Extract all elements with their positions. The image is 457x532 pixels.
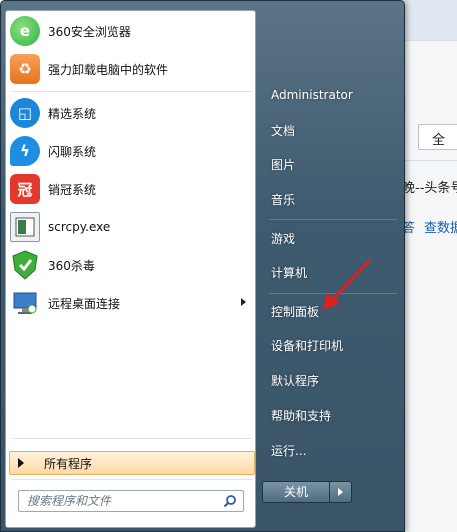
search-separator — [12, 479, 252, 480]
right-item-run[interactable]: 运行... — [263, 436, 399, 464]
play-arrow-icon — [18, 458, 24, 468]
search-input[interactable] — [27, 494, 217, 508]
search-box[interactable] — [18, 490, 244, 512]
all-programs-button[interactable]: 所有程序 — [9, 451, 255, 475]
annotation-arrow-icon — [323, 259, 371, 310]
program-label: 精选系统 — [48, 106, 97, 121]
scrcpy-icon — [10, 212, 40, 242]
program-remote-desktop[interactable]: 远程桌面连接 — [8, 285, 254, 321]
right-item-music[interactable]: 音乐 — [263, 185, 399, 213]
program-360-antivirus[interactable]: 360杀毒 — [8, 247, 254, 283]
360-browser-icon: e — [10, 16, 40, 46]
right-item-documents[interactable]: 文档 — [263, 116, 399, 144]
all-programs-label: 所有程序 — [44, 456, 93, 471]
right-item-devices-printers[interactable]: 设备和打印机 — [263, 331, 399, 359]
right-item-default-programs[interactable]: 默认程序 — [263, 366, 399, 394]
shutdown-button[interactable]: 关机 — [262, 481, 330, 503]
program-label: 360杀毒 — [48, 258, 95, 273]
right-item-games[interactable]: 游戏 — [263, 224, 399, 252]
program-label: 闪聊系统 — [48, 144, 97, 159]
background-divider — [400, 160, 457, 161]
program-label: 远程桌面连接 — [48, 296, 121, 311]
chevron-right-icon — [338, 488, 343, 496]
shanliao-icon: ϟ — [10, 136, 40, 166]
program-label: 销冠系统 — [48, 182, 97, 197]
shutdown-options-button[interactable] — [330, 481, 352, 503]
program-label: 360安全浏览器 — [48, 24, 131, 39]
xiaoguan-icon: 冠 — [10, 174, 40, 204]
program-360-browser[interactable]: e 360安全浏览器 — [8, 13, 254, 49]
360-antivirus-icon — [10, 250, 40, 280]
all-programs-separator — [12, 438, 252, 439]
right-item-pictures[interactable]: 图片 — [263, 150, 399, 178]
uninstall-icon: ♻ — [10, 54, 40, 84]
right-item-help-support[interactable]: 帮助和支持 — [263, 401, 399, 429]
jingxuan-icon: ◱ — [10, 98, 40, 128]
program-uninstaller[interactable]: ♻ 强力卸载电脑中的软件 — [8, 51, 254, 87]
program-jingxuan[interactable]: ◱ 精选系统 — [8, 95, 254, 131]
background-link-query[interactable]: 查数据 — [424, 217, 457, 236]
program-scrcpy[interactable]: scrcpy.exe — [8, 209, 254, 245]
submenu-arrow-icon — [241, 298, 246, 306]
program-shanliao[interactable]: ϟ 闪聊系统 — [8, 133, 254, 169]
right-separator — [269, 219, 397, 220]
background-divider — [400, 40, 457, 41]
remote-desktop-icon — [10, 288, 40, 318]
background-headline: 晚--头条号 — [402, 181, 457, 196]
background-window — [400, 0, 457, 532]
program-label: 强力卸载电脑中的软件 — [48, 62, 169, 77]
background-window-toolbar — [400, 0, 457, 40]
program-label: scrcpy.exe — [48, 220, 111, 234]
search-icon[interactable] — [223, 494, 237, 508]
background-dropdown[interactable]: 全 — [418, 124, 457, 150]
program-xiaoguan[interactable]: 冠 销冠系统 — [8, 171, 254, 207]
programs-pane: e 360安全浏览器 ♻ 强力卸载电脑中的软件 ◱ 精选系统 ϟ 闪聊系统 冠 … — [5, 10, 256, 528]
pinned-separator — [12, 91, 252, 92]
right-item-administrator[interactable]: Administrator — [263, 81, 399, 109]
